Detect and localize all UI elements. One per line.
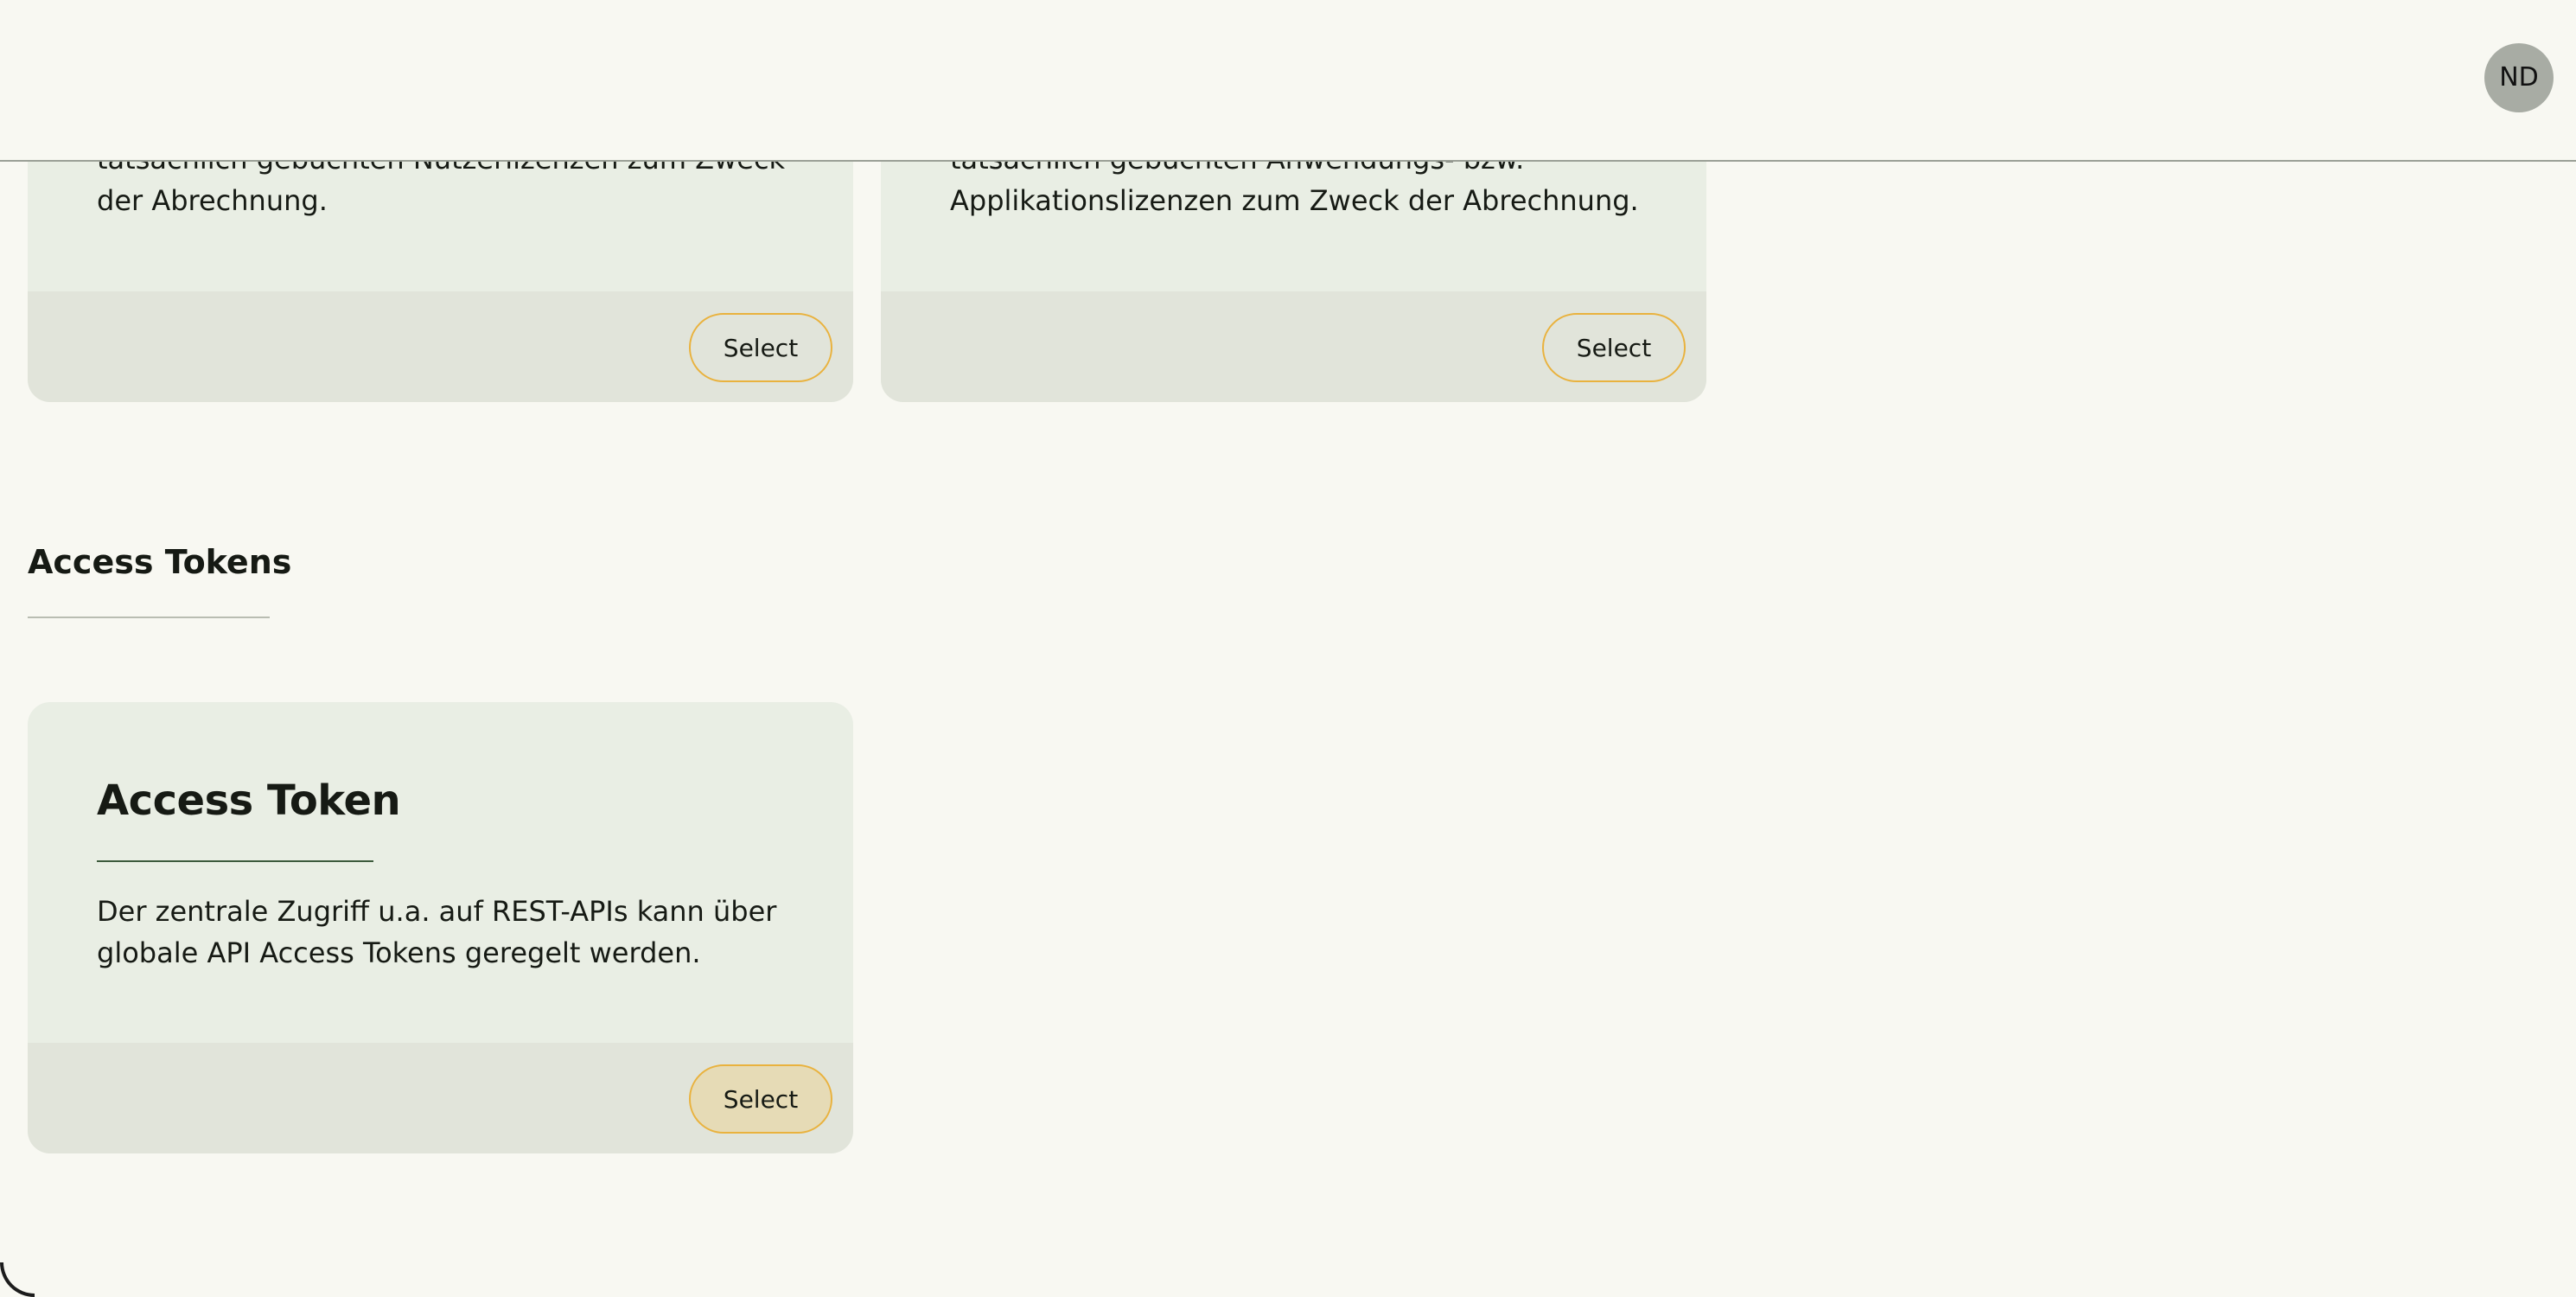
top-header: ND xyxy=(0,0,2576,162)
card-footer: Select xyxy=(28,291,853,402)
select-button[interactable]: Select xyxy=(689,1064,832,1134)
card-title: Access Token xyxy=(97,776,401,825)
access-token-card: Access Token Der zentrale Zugriff u.a. a… xyxy=(28,702,853,1153)
section-title: Access Tokens xyxy=(28,543,292,581)
select-button[interactable]: Select xyxy=(1542,313,1686,382)
card-footer: Select xyxy=(881,291,1706,402)
section-divider xyxy=(28,617,270,618)
card-title-divider xyxy=(97,860,373,862)
card-footer: Select xyxy=(28,1043,853,1153)
page: tatsächlich gebuchten Nutzerlizenzen zum… xyxy=(0,0,2576,1297)
user-avatar[interactable]: ND xyxy=(2484,43,2554,112)
select-button[interactable]: Select xyxy=(689,313,832,382)
card-description: Der zentrale Zugriff u.a. auf REST-APIs … xyxy=(97,895,777,969)
window-corner xyxy=(0,1262,35,1297)
